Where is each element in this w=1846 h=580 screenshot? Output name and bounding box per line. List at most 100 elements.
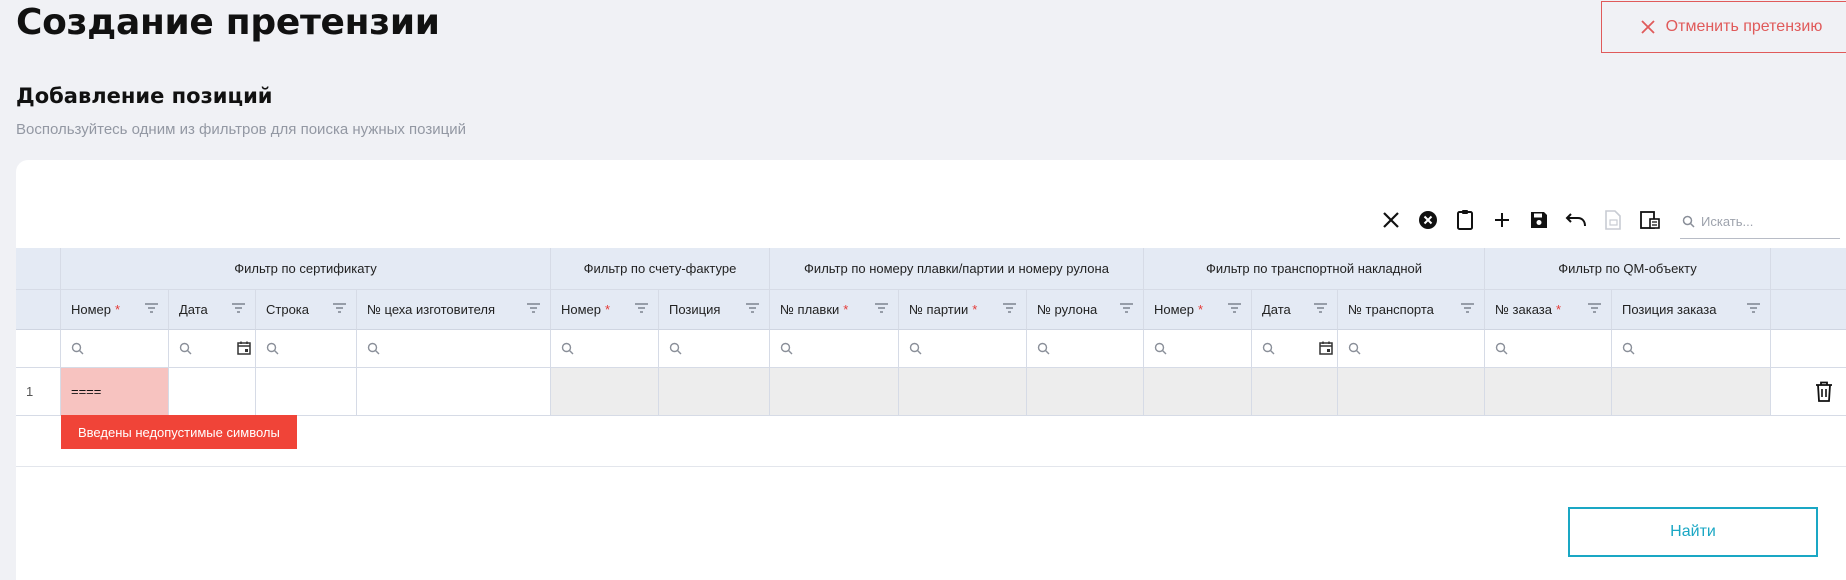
save-icon[interactable]	[1520, 208, 1557, 232]
column-header[interactable]: № плавки *	[770, 290, 899, 330]
column-filter-icon[interactable]	[1314, 303, 1327, 313]
grid-search	[1680, 205, 1840, 239]
required-mark: *	[115, 302, 121, 317]
find-button[interactable]: Найти	[1568, 507, 1818, 557]
column-filter-icon[interactable]	[1003, 303, 1016, 313]
column-header[interactable]: Позиция	[659, 290, 770, 330]
table-cell[interactable]	[1144, 368, 1252, 416]
columns-settings-icon[interactable]	[1631, 208, 1668, 232]
column-header[interactable]: № транспорта	[1338, 290, 1485, 330]
plus-icon[interactable]	[1483, 208, 1520, 232]
column-filter-input[interactable]	[1027, 330, 1144, 368]
close-icon[interactable]	[1372, 208, 1409, 232]
column-header[interactable]: Дата	[1252, 290, 1338, 330]
search-input[interactable]	[1699, 213, 1829, 230]
column-header-row: Номер * Дата Строка № цеха изготовителя Номер…	[16, 290, 1846, 330]
required-mark: *	[605, 302, 611, 317]
table-row: 1 ====	[16, 368, 1846, 416]
table-cell[interactable]	[770, 368, 899, 416]
table-cell[interactable]	[551, 368, 659, 416]
column-filter-input[interactable]	[1485, 330, 1612, 368]
column-filter-icon[interactable]	[1461, 303, 1474, 313]
column-filter-icon[interactable]	[635, 303, 648, 313]
group-invoice: Фильтр по счету-фактуре	[551, 248, 770, 290]
required-mark: *	[843, 302, 849, 317]
column-filter-input[interactable]	[770, 330, 899, 368]
calendar-icon[interactable]	[1319, 341, 1333, 355]
column-header[interactable]: Номер *	[1144, 290, 1252, 330]
required-mark: *	[972, 302, 978, 317]
required-mark: *	[1556, 302, 1562, 317]
table-cell[interactable]	[1612, 368, 1771, 416]
column-filter-icon[interactable]	[145, 303, 158, 313]
cert-number-cell[interactable]: ====	[61, 368, 169, 416]
column-header[interactable]: Позиция заказа	[1612, 290, 1771, 330]
column-filter-icon[interactable]	[232, 303, 245, 313]
column-header[interactable]: Строка	[256, 290, 357, 330]
column-filter-icon[interactable]	[333, 303, 346, 313]
column-filter-input[interactable]	[1612, 330, 1771, 368]
required-mark: *	[1198, 302, 1204, 317]
column-filter-input[interactable]	[357, 330, 551, 368]
validation-error-tooltip: Введены недопустимые символы	[61, 415, 297, 449]
table-cell[interactable]	[256, 368, 357, 416]
filter-row	[16, 330, 1846, 368]
search-icon	[1622, 342, 1635, 355]
column-header-label: Номер	[71, 302, 112, 317]
search-icon	[71, 342, 84, 355]
column-filter-input[interactable]	[1144, 330, 1252, 368]
column-filter-icon[interactable]	[1120, 303, 1133, 313]
export-file-icon[interactable]	[1594, 208, 1631, 232]
column-header-label: Строка	[266, 302, 310, 317]
column-header[interactable]: № партии *	[899, 290, 1027, 330]
column-filter-input[interactable]	[256, 330, 357, 368]
column-filter-icon[interactable]	[746, 303, 759, 313]
search-icon	[1682, 215, 1695, 228]
column-filter-input[interactable]	[61, 330, 169, 368]
search-icon	[780, 342, 793, 355]
table-cell[interactable]	[1252, 368, 1338, 416]
column-header[interactable]: № заказа *	[1485, 290, 1612, 330]
page-title: Создание претензии	[16, 2, 440, 43]
column-header[interactable]: № цеха изготовителя	[357, 290, 551, 330]
column-filter-icon[interactable]	[1228, 303, 1241, 313]
column-filter-icon[interactable]	[1588, 303, 1601, 313]
group-melt-batch: Фильтр по номеру плавки/партии и номеру …	[770, 248, 1144, 290]
column-filter-input[interactable]	[899, 330, 1027, 368]
column-filter-input[interactable]	[659, 330, 770, 368]
search-icon	[1037, 342, 1050, 355]
column-header-label: Позиция	[669, 302, 721, 317]
column-header-label: Номер	[1154, 302, 1195, 317]
column-header-label: Позиция заказа	[1622, 302, 1717, 317]
column-filter-icon[interactable]	[1747, 303, 1760, 313]
column-header-label: № партии	[909, 302, 969, 317]
table-cell[interactable]	[1027, 368, 1144, 416]
column-header[interactable]: Номер *	[61, 290, 169, 330]
table-cell[interactable]	[659, 368, 770, 416]
cancel-claim-button[interactable]: Отменить претензию	[1601, 1, 1846, 53]
table-cell[interactable]	[169, 368, 256, 416]
column-filter-input[interactable]	[551, 330, 659, 368]
search-icon	[1262, 342, 1275, 355]
column-header[interactable]: Номер *	[551, 290, 659, 330]
column-header-label: № заказа	[1495, 302, 1552, 317]
table-cell[interactable]	[357, 368, 551, 416]
delete-row-cell	[1771, 368, 1846, 416]
column-header[interactable]: Дата	[169, 290, 256, 330]
cancel-circle-icon[interactable]	[1409, 208, 1446, 232]
column-filter-icon[interactable]	[527, 303, 540, 313]
table-cell[interactable]	[1338, 368, 1485, 416]
table-cell[interactable]	[899, 368, 1027, 416]
undo-icon[interactable]	[1557, 208, 1594, 232]
column-filter-input[interactable]	[1252, 330, 1338, 368]
column-header-label: № транспорта	[1348, 302, 1434, 317]
column-filter-icon[interactable]	[875, 303, 888, 313]
grid-toolbar	[1372, 208, 1668, 232]
column-filter-input[interactable]	[1338, 330, 1485, 368]
column-filter-input[interactable]	[169, 330, 256, 368]
trash-icon[interactable]	[1815, 381, 1833, 403]
clipboard-icon[interactable]	[1446, 208, 1483, 232]
table-cell[interactable]	[1485, 368, 1612, 416]
column-header[interactable]: № рулона	[1027, 290, 1144, 330]
calendar-icon[interactable]	[237, 341, 251, 355]
